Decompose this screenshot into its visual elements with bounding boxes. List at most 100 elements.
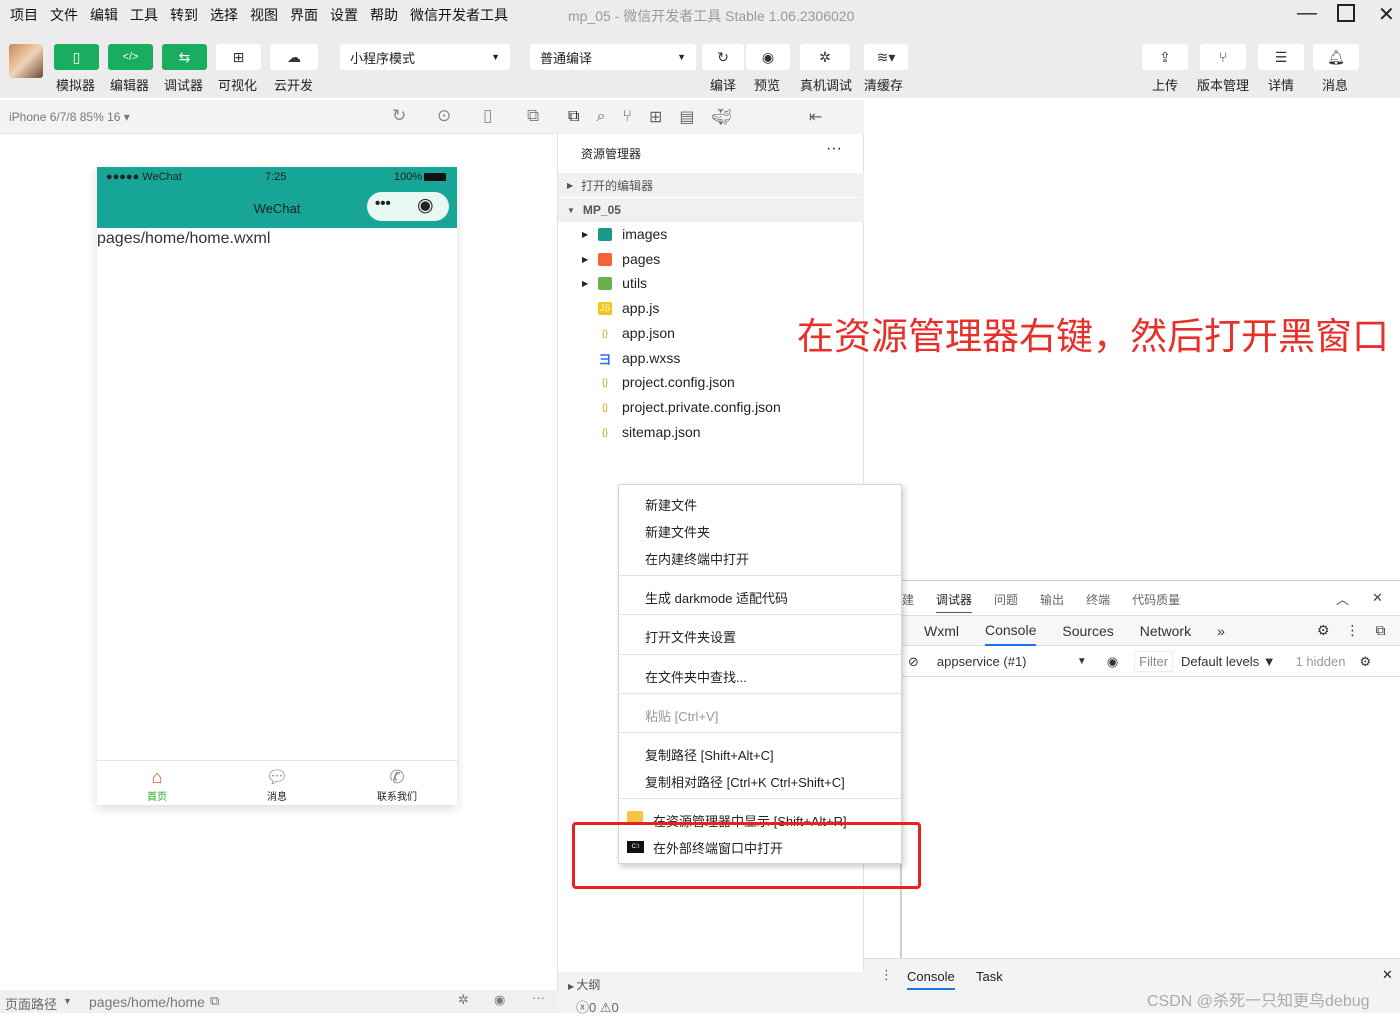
extensions-icon[interactable]: ⊞ bbox=[649, 107, 662, 127]
menu-goto[interactable]: 转到 bbox=[170, 5, 198, 25]
collapse-panel-icon[interactable]: ⇤ bbox=[809, 107, 822, 127]
files-icon[interactable]: ⧉ bbox=[568, 108, 579, 126]
maximize-button[interactable] bbox=[1337, 4, 1355, 22]
close-window-button[interactable]: ✕ bbox=[1378, 2, 1395, 27]
clear-cache-button[interactable]: ≋▾ bbox=[864, 44, 908, 70]
project-section[interactable]: ▼ MP_05 bbox=[558, 198, 864, 222]
outline-section[interactable]: ▶ 大纲 bbox=[568, 976, 600, 993]
minimize-button[interactable]: — bbox=[1297, 2, 1317, 25]
tab-code-quality[interactable]: 代码质量 bbox=[1132, 591, 1180, 613]
details-button[interactable]: ☰ bbox=[1258, 44, 1304, 70]
bug-icon[interactable]: ✲ bbox=[458, 992, 469, 1008]
clear-console-icon[interactable]: ⊘ bbox=[908, 654, 919, 670]
menu-folder-settings[interactable]: 打开文件夹设置 bbox=[645, 627, 736, 646]
json-file-icon: {} bbox=[601, 328, 608, 338]
compile-button[interactable]: ↻ bbox=[702, 44, 744, 70]
file-images[interactable]: ▶ images bbox=[558, 222, 864, 246]
tab-network[interactable]: Network bbox=[1140, 623, 1191, 639]
more-tabs-button[interactable]: » bbox=[1217, 623, 1225, 639]
remote-debug-button[interactable]: ✲ bbox=[800, 44, 850, 70]
tab-console[interactable]: Console bbox=[985, 616, 1037, 646]
file-project-private-config[interactable]: {} project.private.config.json bbox=[558, 395, 864, 419]
source-control-icon[interactable]: ⑂ bbox=[622, 108, 632, 126]
debugger-button[interactable]: ⇆ bbox=[162, 44, 207, 70]
problems-counter[interactable]: ⓧ0 ⚠0 bbox=[576, 997, 619, 1016]
stop-icon[interactable]: ⊙ bbox=[437, 106, 451, 126]
capsule-menu[interactable]: ••• ◉ bbox=[367, 192, 449, 221]
menu-file[interactable]: 文件 bbox=[50, 5, 78, 25]
menu-project[interactable]: 项目 bbox=[10, 5, 38, 25]
save-icon[interactable]: ▤ bbox=[679, 107, 694, 127]
simulator-button[interactable]: ▯ bbox=[54, 44, 99, 70]
menu-find-in-folder[interactable]: 在文件夹中查找... bbox=[645, 667, 747, 686]
menu-edit[interactable]: 编辑 bbox=[90, 5, 118, 25]
rotate-icon[interactable]: ↻ bbox=[392, 106, 406, 126]
file-project-config[interactable]: {} project.config.json bbox=[558, 370, 864, 394]
tab-terminal[interactable]: 终端 bbox=[1086, 591, 1110, 613]
version-button[interactable]: ⑂ bbox=[1200, 44, 1246, 70]
tab-debugger[interactable]: 调试器 bbox=[936, 591, 973, 613]
tab-sources[interactable]: Sources bbox=[1062, 623, 1113, 639]
file-sitemap[interactable]: {} sitemap.json bbox=[558, 420, 864, 444]
drawer-tab-console[interactable]: Console bbox=[907, 969, 955, 990]
chevron-up-icon[interactable]: ︿ bbox=[1336, 589, 1349, 608]
menu-copy-relative-path[interactable]: 复制相对路径 [Ctrl+K Ctrl+Shift+C] bbox=[645, 772, 845, 791]
levels-select[interactable]: Default levels ▼ bbox=[1181, 654, 1276, 669]
menu-settings[interactable]: 设置 bbox=[330, 5, 358, 25]
drawer-tab-task[interactable]: Task bbox=[976, 969, 1003, 984]
menu-copy-path[interactable]: 复制路径 [Shift+Alt+C] bbox=[645, 745, 774, 764]
messages-button[interactable]: 🔔︎ bbox=[1313, 44, 1359, 70]
menu-view[interactable]: 视图 bbox=[250, 5, 278, 25]
mode-select[interactable]: 小程序模式 ▼ bbox=[340, 44, 510, 70]
tab-contact[interactable]: ✆ 联系我们 bbox=[337, 761, 457, 805]
file-pages[interactable]: ▶ pages bbox=[558, 247, 864, 271]
menu-wechat-devtools[interactable]: 微信开发者工具 bbox=[410, 5, 508, 25]
menu-help[interactable]: 帮助 bbox=[370, 5, 398, 25]
menu-paste[interactable]: 粘贴 [Ctrl+V] bbox=[645, 706, 718, 725]
kebab-icon[interactable]: ⋮ bbox=[880, 967, 893, 983]
gear-icon[interactable]: ⚙ bbox=[1317, 622, 1330, 639]
tab-messages[interactable]: 💬︎ 消息 bbox=[217, 761, 337, 805]
device-icon[interactable]: ▯ bbox=[483, 106, 492, 126]
compile-select[interactable]: 普通编译 ▼ bbox=[530, 44, 696, 70]
menu-tools[interactable]: 工具 bbox=[130, 5, 158, 25]
menu-new-file[interactable]: 新建文件 bbox=[645, 495, 697, 514]
search-icon[interactable]: ⌕ bbox=[596, 108, 605, 126]
eye-icon[interactable]: ◉ bbox=[1107, 654, 1118, 670]
menu-interface[interactable]: 界面 bbox=[290, 5, 318, 25]
more-icon[interactable]: ··· bbox=[826, 140, 842, 158]
menu-new-folder[interactable]: 新建文件夹 bbox=[645, 522, 710, 541]
close-icon[interactable]: ✕ bbox=[1382, 967, 1393, 983]
menu-select[interactable]: 选择 bbox=[210, 5, 238, 25]
tab-wxml[interactable]: Wxml bbox=[924, 623, 959, 639]
eye-icon[interactable]: ◉ bbox=[494, 992, 505, 1008]
visual-button[interactable]: ⊞ bbox=[216, 44, 261, 70]
kebab-icon[interactable]: ⋮ bbox=[1345, 622, 1359, 639]
more-icon[interactable]: ··· bbox=[532, 990, 545, 1005]
undock-icon[interactable]: ⧉ bbox=[1375, 622, 1385, 639]
device-select[interactable]: iPhone 6/7/8 85% 16 ▾ bbox=[9, 110, 130, 124]
copy-icon[interactable]: ⧉ bbox=[210, 993, 219, 1009]
window-icon[interactable]: ⧉ bbox=[527, 106, 539, 126]
editor-button[interactable]: </> bbox=[108, 44, 153, 70]
menu-open-builtin-terminal[interactable]: 在内建终端中打开 bbox=[645, 549, 749, 568]
close-icon[interactable]: ✕ bbox=[1372, 590, 1383, 606]
close-target-icon[interactable]: ◉ bbox=[417, 194, 434, 217]
tab-build[interactable]: 建 bbox=[902, 591, 914, 613]
more-icon[interactable]: ••• bbox=[375, 195, 391, 212]
context-select[interactable]: appservice (#1) bbox=[937, 654, 1077, 669]
gear-icon[interactable]: ⚙ bbox=[1359, 654, 1371, 670]
menu-darkmode[interactable]: 生成 darkmode 适配代码 bbox=[645, 588, 788, 607]
tab-problems[interactable]: 问题 bbox=[994, 591, 1018, 613]
tab-home[interactable]: ⌂ 首页 bbox=[97, 761, 217, 805]
upload-button[interactable]: ⇪ bbox=[1142, 44, 1188, 70]
file-utils[interactable]: ▶ utils bbox=[558, 271, 864, 295]
open-editors-section[interactable]: ▶ 打开的编辑器 bbox=[558, 173, 864, 197]
preview-button[interactable]: ◉ bbox=[746, 44, 790, 70]
page-path-label[interactable]: 页面路径 bbox=[5, 994, 57, 1013]
docker-icon[interactable]: 🐳︎ bbox=[712, 107, 732, 127]
avatar[interactable] bbox=[9, 44, 43, 78]
cloud-button[interactable]: ☁ bbox=[270, 44, 318, 70]
filter-input[interactable]: Filter bbox=[1134, 651, 1174, 672]
tab-output[interactable]: 输出 bbox=[1040, 591, 1064, 613]
